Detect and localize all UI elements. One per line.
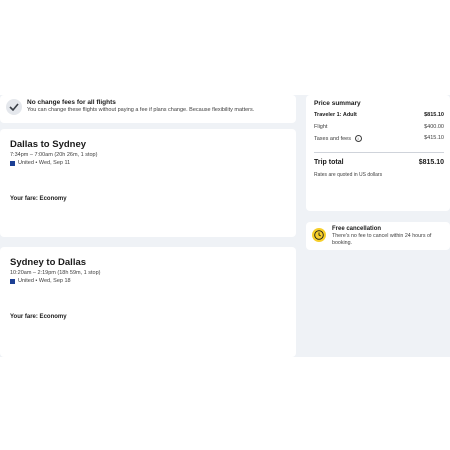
flight-airline-date: United • Wed, Sep 11	[10, 160, 70, 166]
no-change-fees-banner: No change fees for all flights You can c…	[0, 95, 296, 123]
price-summary-card: Price summary Traveler 1: Adult $815.10 …	[306, 95, 450, 211]
flight-route: Sydney to Dallas	[10, 257, 87, 268]
united-logo-icon	[10, 278, 15, 284]
clock-icon	[312, 228, 326, 242]
airline-date-text: United • Wed, Sep 11	[18, 160, 71, 166]
flight-price-value: $400.00	[424, 124, 444, 130]
flight-card-return[interactable]: Sydney to Dallas 10:20am – 2:19pm (18h 5…	[0, 247, 296, 357]
trip-total-row: Trip total $815.10	[314, 159, 444, 166]
price-summary-title: Price summary	[314, 100, 361, 107]
banner-title: No change fees for all flights	[27, 99, 116, 106]
taxes-row: Taxes and fees i $415.10	[314, 135, 444, 142]
taxes-value: $415.10	[424, 135, 444, 141]
cancellation-title: Free cancellation	[332, 226, 382, 232]
summary-divider	[314, 152, 444, 153]
banner-subtitle: You can change these flights without pay…	[27, 107, 255, 113]
airline-date-text: United • Wed, Sep 18	[18, 278, 71, 284]
flight-times: 7:34pm – 7:00am (20h 26m, 1 stop)	[10, 152, 98, 158]
info-icon[interactable]: i	[354, 135, 362, 142]
flight-price-row: Flight $400.00	[314, 124, 444, 130]
traveler-row: Traveler 1: Adult $815.10	[314, 112, 444, 118]
free-cancellation-card: Free cancellation There's no fee to canc…	[306, 222, 450, 250]
flight-route: Dallas to Sydney	[10, 139, 87, 150]
traveler-value: $815.10	[424, 112, 444, 118]
trip-total-value: $815.10	[418, 159, 444, 166]
trip-total-label: Trip total	[314, 159, 344, 166]
cancellation-subtitle: There's no fee to cancel within 24 hours…	[332, 233, 432, 246]
united-logo-icon	[10, 160, 15, 166]
checkmark-icon	[6, 99, 22, 115]
flight-times: 10:20am – 2:19pm (18h 59m, 1 stop)	[10, 270, 101, 276]
flight-airline-date: United • Wed, Sep 18	[10, 278, 71, 284]
currency-note: Rates are quoted in US dollars	[314, 172, 383, 178]
taxes-label: Taxes and fees	[314, 135, 351, 142]
fare-class: Your fare: Economy	[10, 196, 67, 202]
fare-class: Your fare: Economy	[10, 314, 67, 320]
flight-price-label: Flight	[314, 124, 328, 130]
flight-card-outbound[interactable]: Dallas to Sydney 7:34pm – 7:00am (20h 26…	[0, 129, 296, 237]
traveler-label: Traveler 1: Adult	[314, 112, 357, 118]
